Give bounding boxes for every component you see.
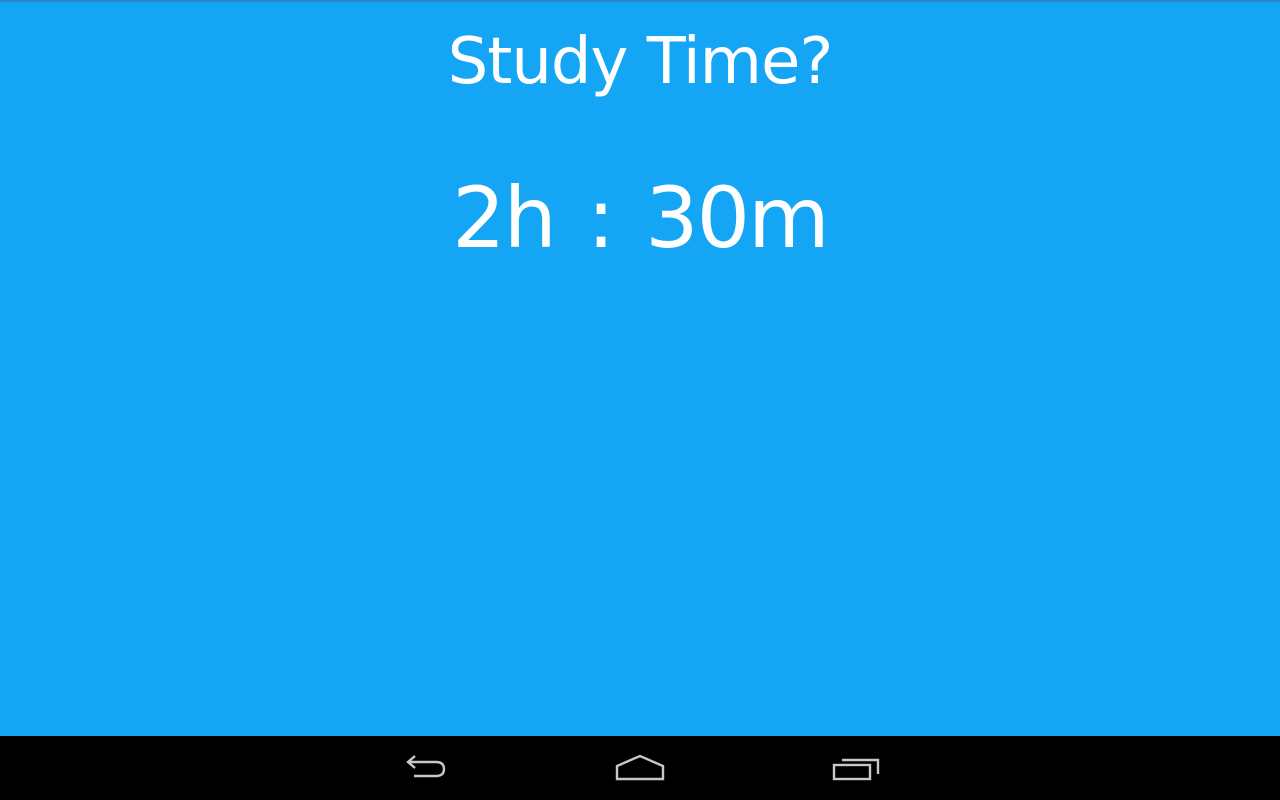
back-icon (406, 755, 446, 778)
minutes-value[interactable]: 30m (641, 168, 832, 268)
recent-apps-button[interactable] (809, 736, 905, 800)
status-edge (0, 0, 1280, 2)
recent-apps-icon (832, 758, 880, 781)
system-navigation-bar (0, 736, 1280, 800)
study-time-display: 2h : 30m (0, 168, 1280, 268)
page-title: Study Time? (447, 25, 834, 99)
app-screen: Study Time? 2h : 30m (0, 0, 1280, 736)
back-button[interactable] (376, 736, 472, 800)
home-icon (615, 754, 665, 781)
home-button[interactable] (592, 736, 688, 800)
time-separator: : (586, 169, 615, 267)
hours-value[interactable]: 2h (448, 168, 559, 268)
